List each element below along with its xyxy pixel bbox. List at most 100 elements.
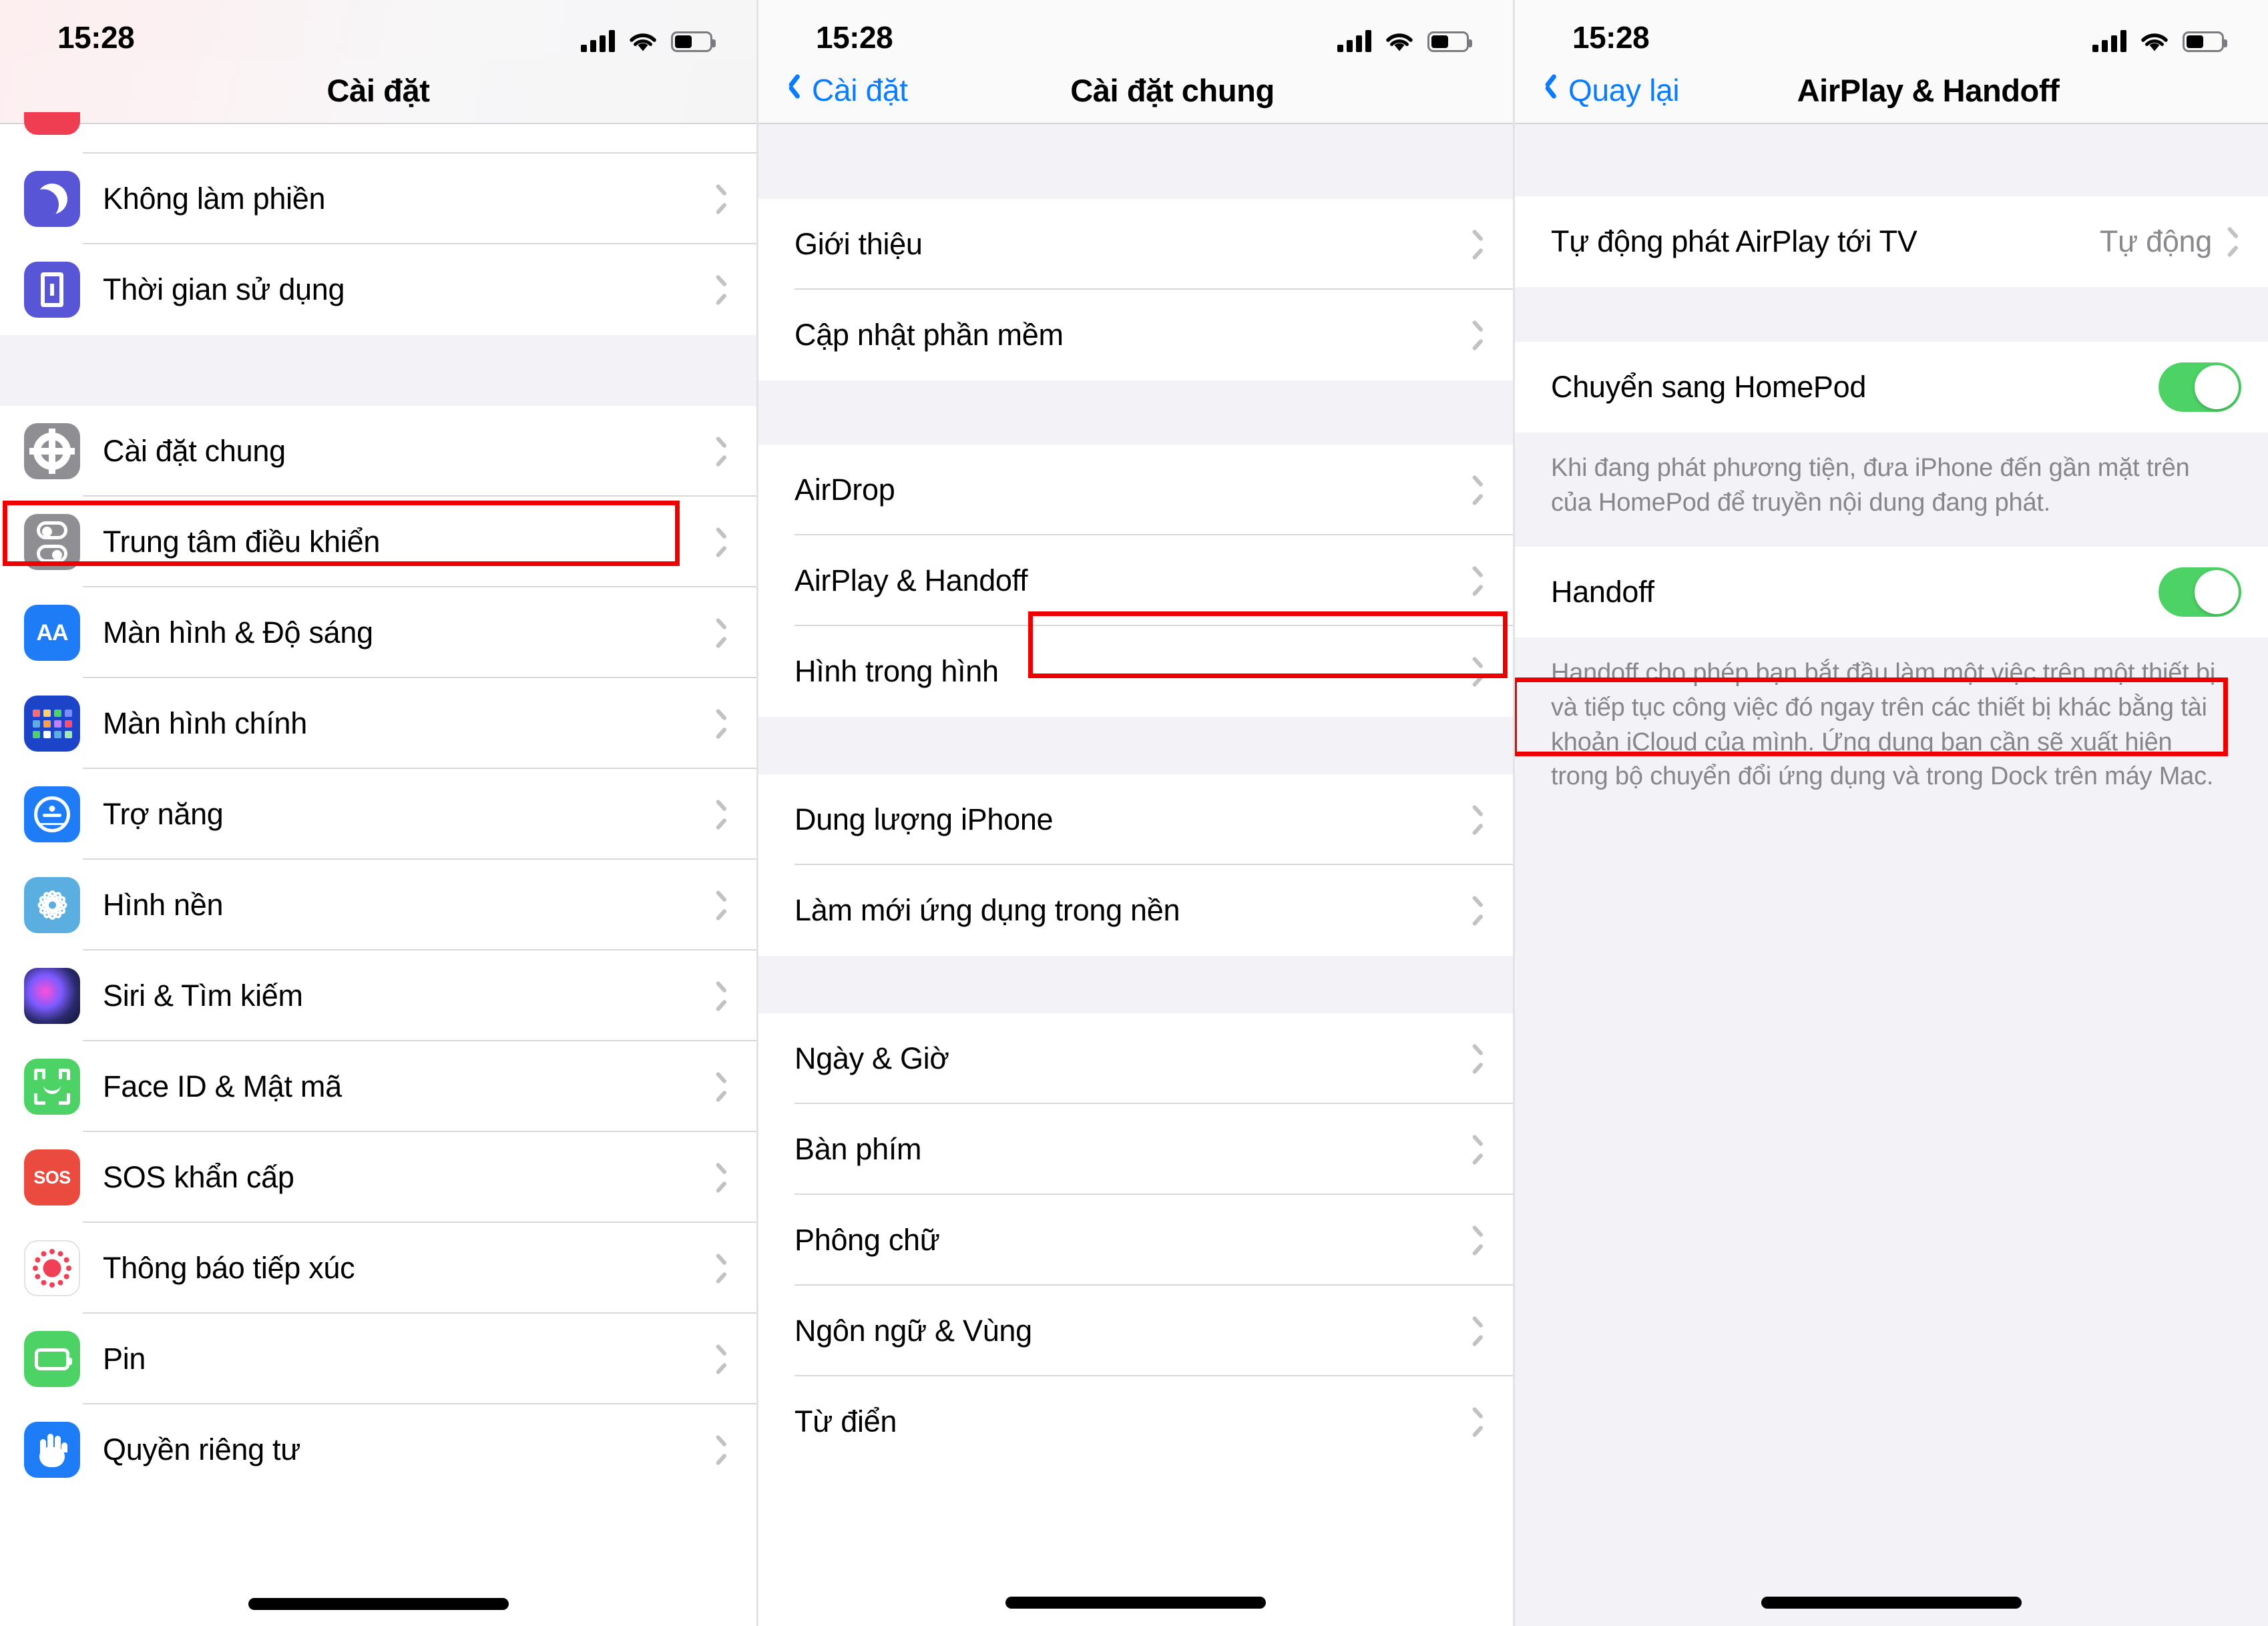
status-bar: 15:28	[0, 0, 756, 57]
sidebar-item-siri-search[interactable]: Siri & Tìm kiếm	[0, 951, 756, 1041]
group-divider	[758, 956, 1513, 1013]
list-item-fonts[interactable]: Phông chữ	[758, 1195, 1513, 1286]
chevron-right-icon	[1471, 324, 1484, 346]
chevron-right-icon	[2227, 231, 2239, 252]
panel-airplay-handoff: 15:28 Quay lại AirPlay & Handoff Tự động…	[1513, 0, 2268, 1626]
chevron-right-icon	[1471, 1411, 1484, 1432]
cellular-bars-icon	[2092, 30, 2126, 52]
sidebar-item-emergency-sos[interactable]: SOS SOS khẩn cấp	[0, 1132, 756, 1223]
sidebar-item-home-screen[interactable]: Màn hình chính	[0, 678, 756, 769]
sidebar-item-battery[interactable]: Pin	[0, 1314, 756, 1404]
list-item-label: Phông chữ	[795, 1223, 940, 1257]
do-not-disturb-icon	[24, 171, 80, 227]
settings-scroll-area[interactable]: Không làm phiền Thời gian sử dụng Cài đặ…	[0, 112, 756, 1495]
back-button[interactable]: Cài đặt	[758, 72, 908, 108]
sidebar-item-wallpaper[interactable]: Hình nền	[0, 860, 756, 951]
chevron-left-icon	[1544, 77, 1559, 103]
list-item-label: Chuyển sang HomePod	[1551, 370, 1867, 404]
list-item-date-time[interactable]: Ngày & Giờ	[758, 1013, 1513, 1104]
display-brightness-icon: AA	[24, 605, 80, 661]
sidebar-item-general[interactable]: Cài đặt chung	[0, 406, 756, 497]
chevron-right-icon	[715, 531, 727, 553]
group-storage-refresh: Dung lượng iPhone Làm mới ứng dụng trong…	[758, 774, 1513, 956]
list-item-language-region[interactable]: Ngôn ngữ & Vùng	[758, 1286, 1513, 1376]
group-handoff: Handoff	[1515, 547, 2268, 638]
status-bar-icons	[2092, 23, 2227, 52]
list-item-label: Hình nền	[103, 888, 224, 922]
sidebar-item-privacy[interactable]: Quyền riêng tư	[0, 1404, 756, 1495]
chevron-right-icon	[715, 1167, 727, 1188]
sidebar-item-accessibility[interactable]: Trợ năng	[0, 769, 756, 860]
home-indicator	[1005, 1597, 1266, 1609]
chevron-right-icon	[715, 804, 727, 825]
chevron-right-icon	[1471, 900, 1484, 921]
battery-icon	[1427, 31, 1472, 52]
list-item-handoff[interactable]: Handoff	[1515, 547, 2268, 638]
group-divider	[758, 717, 1513, 774]
sidebar-item-control-center[interactable]: Trung tâm điều khiển	[0, 497, 756, 587]
three-panel-screenshot: 15:28 Cài đặt Không làm phiền Thời gian …	[0, 0, 2268, 1626]
list-item-airplay-handoff[interactable]: AirPlay & Handoff	[758, 535, 1513, 626]
page-title: AirPlay & Handoff	[1797, 72, 2060, 108]
battery-icon	[671, 31, 716, 52]
sidebar-item-exposure-notifications[interactable]: Thông báo tiếp xúc	[0, 1223, 756, 1314]
list-item-picture-in-picture[interactable]: Hình trong hình	[758, 626, 1513, 717]
list-item-airdrop[interactable]: AirDrop	[758, 445, 1513, 535]
list-item-about[interactable]: Giới thiệu	[758, 199, 1513, 290]
status-bar-clock: 15:28	[816, 20, 893, 55]
group-dnd-screentime: Không làm phiền Thời gian sử dụng	[0, 154, 756, 335]
list-item-iphone-storage[interactable]: Dung lượng iPhone	[758, 774, 1513, 865]
list-item-keyboard[interactable]: Bàn phím	[758, 1104, 1513, 1195]
group-datetime-keyboard-fonts: Ngày & Giờ Bàn phím Phông chữ Ngôn ngữ &…	[758, 1013, 1513, 1467]
sidebar-item-screen-time[interactable]: Thời gian sử dụng	[0, 244, 756, 335]
group-divider	[758, 380, 1513, 445]
list-item-label: Màn hình chính	[103, 706, 308, 740]
list-item-auto-airplay-tv[interactable]: Tự động phát AirPlay tới TV Tự động	[1515, 196, 2268, 287]
chevron-right-icon	[715, 713, 727, 734]
list-item-label: Dung lượng iPhone	[795, 802, 1054, 836]
page-title: Cài đặt	[326, 72, 430, 108]
list-item-software-update[interactable]: Cập nhật phần mềm	[758, 290, 1513, 380]
list-item-label: AirPlay & Handoff	[795, 563, 1028, 597]
nav-bar-settings: Cài đặt	[0, 57, 756, 124]
list-item-label: Cài đặt chung	[103, 434, 286, 468]
list-item-label: Trợ năng	[103, 797, 224, 831]
list-item-label: Màn hình & Độ sáng	[103, 615, 373, 649]
homepod-toggle[interactable]	[2159, 362, 2241, 412]
list-item-dictionary[interactable]: Từ điển	[758, 1376, 1513, 1467]
group-partial-top	[0, 112, 756, 154]
list-item-partial[interactable]	[0, 112, 756, 154]
list-item-label: Tự động phát AirPlay tới TV	[1551, 224, 1917, 258]
group-homepod: Chuyển sang HomePod	[1515, 342, 2268, 433]
airplay-scroll-area[interactable]: Tự động phát AirPlay tới TV Tự động Chuy…	[1515, 124, 2268, 835]
face-id-icon	[24, 1059, 80, 1115]
chevron-right-icon	[715, 441, 727, 462]
nav-bar-general: Cài đặt Cài đặt chung	[758, 57, 1513, 124]
chevron-right-icon	[1471, 570, 1484, 591]
back-button-label: Cài đặt	[812, 73, 908, 107]
back-button[interactable]: Quay lại	[1515, 72, 1680, 108]
list-item-background-app-refresh[interactable]: Làm mới ứng dụng trong nền	[758, 865, 1513, 956]
group-divider	[1515, 124, 2268, 196]
status-bar-icons	[1337, 23, 1472, 52]
chevron-right-icon	[715, 1076, 727, 1097]
handoff-toggle[interactable]	[2159, 567, 2241, 617]
wifi-icon	[629, 31, 657, 52]
privacy-hand-icon	[24, 1422, 80, 1478]
general-scroll-area[interactable]: Giới thiệu Cập nhật phần mềm AirDrop Air…	[758, 124, 1513, 1467]
sidebar-item-do-not-disturb[interactable]: Không làm phiền	[0, 154, 756, 244]
siri-icon	[24, 968, 80, 1024]
status-bar-clock: 15:28	[1572, 20, 1650, 55]
chevron-right-icon	[715, 1258, 727, 1279]
home-screen-icon	[24, 696, 80, 752]
list-item-value: Tự động	[2099, 224, 2212, 258]
battery-icon	[2183, 31, 2227, 52]
list-item-label: Hình trong hình	[795, 654, 999, 688]
chevron-right-icon	[1471, 809, 1484, 830]
chevron-right-icon	[1471, 661, 1484, 682]
list-item-transfer-to-homepod[interactable]: Chuyển sang HomePod	[1515, 342, 2268, 433]
wallpaper-icon	[24, 877, 80, 933]
sidebar-item-face-id[interactable]: Face ID & Mật mã	[0, 1041, 756, 1132]
partial-icon	[24, 112, 80, 135]
sidebar-item-display-brightness[interactable]: AA Màn hình & Độ sáng	[0, 587, 756, 678]
